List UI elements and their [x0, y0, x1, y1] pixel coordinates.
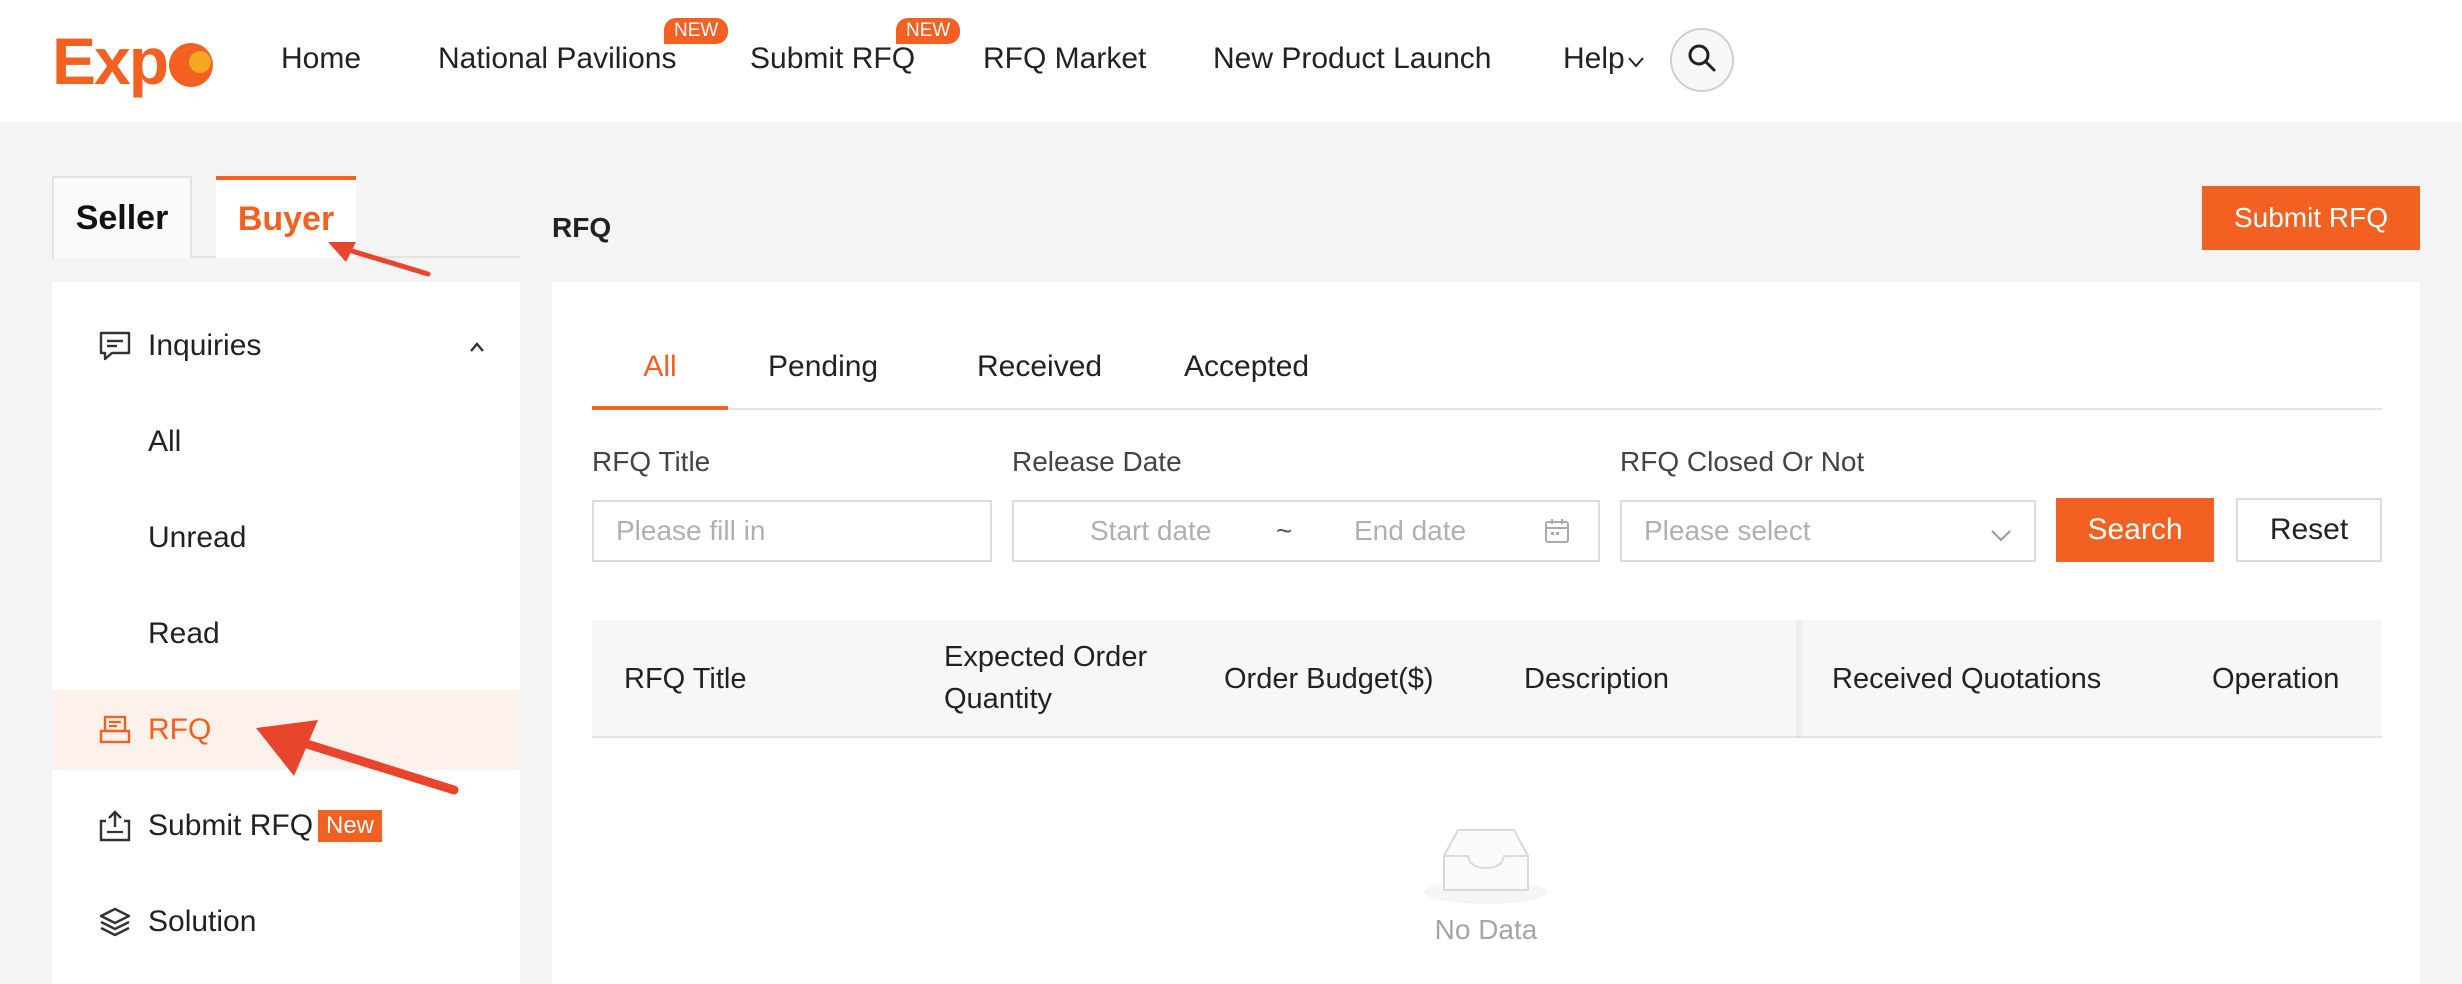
start-date-input[interactable]: Start date	[1090, 502, 1211, 560]
empty-inbox-icon	[1424, 829, 1548, 904]
nav-national-pavilions[interactable]: National Pavilions	[438, 42, 676, 76]
sidebar: Inquiries All Unread Read RFQ Submit RFQ…	[52, 282, 520, 984]
upload-doc-icon	[98, 809, 132, 843]
annotation-arrow-icon	[328, 242, 431, 277]
nav-submit-rfq-label: Submit RFQ	[750, 42, 916, 75]
release-date-range[interactable]: Start date ~ End date	[1012, 500, 1600, 562]
sidebar-item-read[interactable]: Read	[52, 594, 520, 674]
tab-all[interactable]: All	[592, 342, 728, 410]
chevron-down-icon	[1627, 48, 1645, 74]
role-tabs: Seller Buyer	[52, 176, 520, 258]
search-button[interactable]: Search	[2056, 498, 2214, 562]
rfq-title-field	[592, 500, 992, 562]
nav-help[interactable]: Help	[1563, 42, 1645, 76]
layers-icon	[98, 905, 132, 939]
column-operation: Operation	[2212, 663, 2340, 695]
sidebar-item-submit-rfq-label: Submit RFQ	[148, 809, 314, 842]
sidebar-item-inquiries[interactable]: Inquiries	[52, 306, 520, 386]
table-header: RFQ Title Expected Order Quantity Order …	[592, 620, 2382, 738]
rfq-title-input[interactable]	[594, 515, 990, 547]
page-title: RFQ	[552, 212, 612, 243]
sidebar-item-all[interactable]: All	[52, 402, 520, 482]
tab-pending[interactable]: Pending	[768, 342, 878, 410]
nav-home[interactable]: Home	[281, 42, 361, 76]
sidebar-item-solution[interactable]: Solution	[52, 882, 520, 962]
sidebar-item-unread-label: Unread	[148, 521, 247, 554]
sidebar-item-all-label: All	[148, 425, 182, 458]
empty-text: No Data	[1434, 914, 1538, 945]
date-separator: ~	[1276, 515, 1293, 546]
column-order-budget: Order Budget($)	[1224, 663, 1434, 695]
rfq-icon	[98, 713, 132, 747]
logo-text: Exp	[52, 24, 169, 98]
header-search-button[interactable]	[1670, 28, 1734, 92]
message-icon	[98, 329, 132, 363]
nav-rfq-market[interactable]: RFQ Market	[983, 42, 1146, 76]
column-expected-order-quantity: Expected Order Quantity	[944, 641, 1148, 715]
nav-national-pavilions-label: National Pavilions	[438, 42, 677, 75]
sidebar-item-solution-label: Solution	[148, 905, 257, 938]
column-description: Description	[1524, 663, 1670, 695]
sidebar-item-submit-rfq[interactable]: Submit RFQ New	[52, 786, 520, 866]
nav-submit-rfq-new-badge: NEW	[896, 18, 961, 44]
rfq-closed-label: RFQ Closed Or Not	[1620, 446, 1865, 477]
tab-accepted[interactable]: Accepted	[1184, 342, 1309, 410]
chevron-down-icon	[1990, 518, 2012, 550]
logo-o-mark	[169, 43, 214, 87]
submit-rfq-button[interactable]: Submit RFQ	[2202, 186, 2420, 250]
sidebar-item-read-label: Read	[148, 617, 220, 650]
end-date-input[interactable]: End date	[1354, 502, 1466, 560]
nav-national-pavilions-new-badge: NEW	[664, 18, 729, 44]
column-rfq-title: RFQ Title	[624, 663, 747, 695]
role-tab-seller[interactable]: Seller	[52, 176, 192, 258]
release-date-label: Release Date	[1012, 446, 1182, 477]
nav-submit-rfq[interactable]: Submit RFQ	[750, 42, 915, 76]
fixed-column-shadow	[1796, 620, 1804, 738]
top-header: Exp Home National Pavilions NEW Submit R…	[0, 0, 2462, 122]
annotation-arrow-icon	[256, 720, 459, 795]
status-tabs: All Pending Received Accepted	[592, 342, 2382, 410]
chevron-up-icon[interactable]	[468, 333, 486, 359]
nav-new-product-launch[interactable]: New Product Launch	[1213, 42, 1492, 76]
column-received-quotations: Received Quotations	[1832, 663, 2102, 695]
tab-received[interactable]: Received	[977, 342, 1102, 410]
calendar-icon	[1544, 502, 1570, 560]
main-card: All Pending Received Accepted RFQ Title …	[552, 282, 2420, 984]
rfq-closed-select[interactable]: Please select	[1620, 500, 2036, 562]
rfq-closed-placeholder: Please select	[1644, 515, 1811, 546]
sidebar-item-inquiries-label: Inquiries	[148, 329, 262, 362]
sidebar-item-unread[interactable]: Unread	[52, 498, 520, 578]
rfq-title-label: RFQ Title	[592, 446, 711, 477]
sidebar-item-rfq-label: RFQ	[148, 713, 212, 746]
nav-help-label: Help	[1563, 42, 1625, 75]
expo-logo[interactable]: Exp	[52, 22, 214, 100]
search-icon	[1687, 43, 1717, 78]
reset-button[interactable]: Reset	[2236, 498, 2382, 562]
sidebar-new-tag: New	[318, 810, 383, 842]
